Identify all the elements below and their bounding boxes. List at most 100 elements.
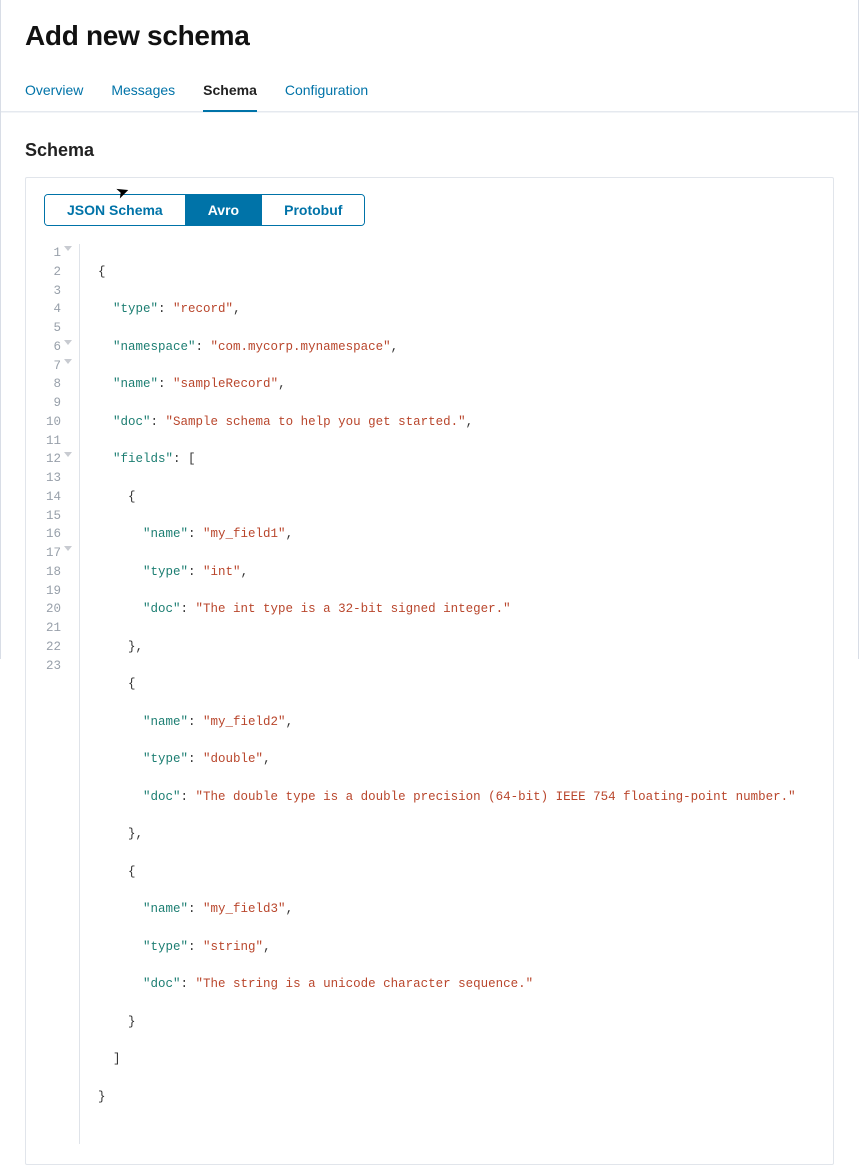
- colon: :: [151, 415, 166, 429]
- fold-icon[interactable]: [64, 546, 72, 551]
- colon: :: [188, 940, 203, 954]
- tab-overview[interactable]: Overview: [25, 72, 83, 112]
- brace: {: [128, 865, 136, 879]
- editor-gutter: 1234567891011121314151617181920212223: [44, 244, 80, 1144]
- line-number: 10: [44, 413, 71, 432]
- line-number: 18: [44, 563, 71, 582]
- brace: }: [128, 1015, 136, 1029]
- json-key: "type": [143, 752, 188, 766]
- line-number: 3: [44, 282, 71, 301]
- colon: :: [188, 715, 203, 729]
- comma: ,: [286, 715, 294, 729]
- brace: {: [128, 490, 136, 504]
- json-string: "sampleRecord": [173, 377, 278, 391]
- section-title-schema: Schema: [1, 112, 858, 177]
- line-number: 16: [44, 525, 71, 544]
- schema-type-json[interactable]: JSON Schema: [45, 195, 186, 225]
- brace: },: [128, 827, 143, 841]
- colon: :: [196, 340, 211, 354]
- fold-icon[interactable]: [64, 340, 72, 345]
- comma: ,: [391, 340, 399, 354]
- tab-schema[interactable]: Schema: [203, 72, 257, 112]
- json-key: "doc": [143, 602, 181, 616]
- schema-type-protobuf[interactable]: Protobuf: [262, 195, 364, 225]
- json-string: "com.mycorp.mynamespace": [211, 340, 391, 354]
- schema-type-avro[interactable]: Avro: [186, 195, 262, 225]
- colon: :: [188, 752, 203, 766]
- fold-icon[interactable]: [64, 246, 72, 251]
- comma: ,: [241, 565, 249, 579]
- bracket: [: [188, 452, 196, 466]
- line-number: 6: [44, 338, 71, 357]
- colon: :: [158, 302, 173, 316]
- json-string: "record": [173, 302, 233, 316]
- line-number: 4: [44, 300, 71, 319]
- line-number: 23: [44, 657, 71, 676]
- comma: ,: [466, 415, 474, 429]
- json-string: "The string is a unicode character seque…: [196, 977, 534, 991]
- editor-content[interactable]: { "type": "record", "namespace": "com.my…: [80, 244, 796, 1144]
- json-string: "my_field2": [203, 715, 286, 729]
- comma: ,: [233, 302, 241, 316]
- json-key: "doc": [143, 977, 181, 991]
- json-string: "double": [203, 752, 263, 766]
- json-string: "my_field1": [203, 527, 286, 541]
- line-number: 7: [44, 357, 71, 376]
- json-key: "doc": [113, 415, 151, 429]
- json-key: "fields": [113, 452, 173, 466]
- line-number: 1: [44, 244, 71, 263]
- json-string: "string": [203, 940, 263, 954]
- comma: ,: [278, 377, 286, 391]
- schema-panel: JSON Schema Avro Protobuf 12345678910111…: [25, 177, 834, 1165]
- colon: :: [188, 902, 203, 916]
- json-key: "name": [143, 527, 188, 541]
- brace: {: [128, 677, 136, 691]
- fold-icon[interactable]: [64, 452, 72, 457]
- code-editor[interactable]: 1234567891011121314151617181920212223 { …: [44, 244, 815, 1144]
- comma: ,: [263, 940, 271, 954]
- line-number: 8: [44, 375, 71, 394]
- line-number: 19: [44, 582, 71, 601]
- colon: :: [181, 790, 196, 804]
- colon: :: [181, 977, 196, 991]
- brace: }: [98, 1090, 106, 1104]
- line-number: 5: [44, 319, 71, 338]
- bracket: ]: [113, 1052, 121, 1066]
- line-number: 11: [44, 432, 71, 451]
- colon: :: [181, 602, 196, 616]
- fold-icon[interactable]: [64, 359, 72, 364]
- colon: :: [188, 565, 203, 579]
- line-number: 15: [44, 507, 71, 526]
- line-number: 21: [44, 619, 71, 638]
- schema-type-toggle: JSON Schema Avro Protobuf: [44, 194, 365, 226]
- comma: ,: [286, 902, 294, 916]
- brace: },: [128, 640, 143, 654]
- line-number: 14: [44, 488, 71, 507]
- colon: :: [173, 452, 188, 466]
- line-number: 12: [44, 450, 71, 469]
- line-number: 2: [44, 263, 71, 282]
- comma: ,: [286, 527, 294, 541]
- colon: :: [188, 527, 203, 541]
- json-string: "int": [203, 565, 241, 579]
- json-key: "doc": [143, 790, 181, 804]
- json-key: "name": [143, 715, 188, 729]
- comma: ,: [263, 752, 271, 766]
- line-number: 13: [44, 469, 71, 488]
- tab-messages[interactable]: Messages: [111, 72, 175, 112]
- page-title: Add new schema: [1, 20, 858, 72]
- json-key: "type": [143, 565, 188, 579]
- json-key: "type": [143, 940, 188, 954]
- tab-configuration[interactable]: Configuration: [285, 72, 368, 112]
- line-number: 20: [44, 600, 71, 619]
- line-number: 9: [44, 394, 71, 413]
- json-string: "my_field3": [203, 902, 286, 916]
- json-key: "name": [143, 902, 188, 916]
- json-string: "Sample schema to help you get started.": [166, 415, 466, 429]
- json-string: "The int type is a 32-bit signed integer…: [196, 602, 511, 616]
- json-key: "namespace": [113, 340, 196, 354]
- nav-tabs: Overview Messages Schema Configuration: [1, 72, 858, 112]
- json-string: "The double type is a double precision (…: [196, 790, 796, 804]
- line-number: 22: [44, 638, 71, 657]
- brace: {: [98, 265, 106, 279]
